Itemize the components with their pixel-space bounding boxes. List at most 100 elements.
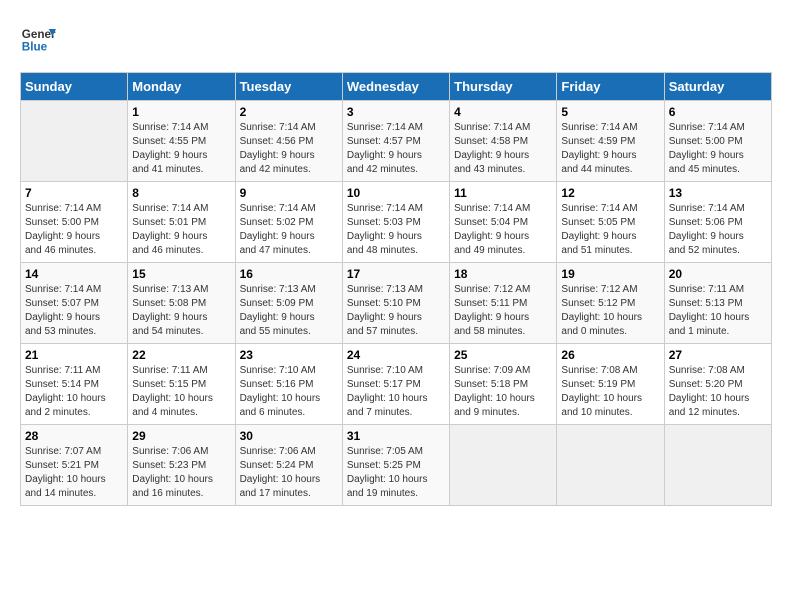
day-cell: 28Sunrise: 7:07 AM Sunset: 5:21 PM Dayli… bbox=[21, 425, 128, 506]
day-cell: 22 Sunrise: 7:11 AM Sunset: 5:15 PM Dayli… bbox=[128, 344, 235, 425]
day-cell: 23 Sunrise: 7:10 AM Sunset: 5:16 PM Dayli… bbox=[235, 344, 342, 425]
calendar-header: SundayMondayTuesdayWednesdayThursdayFrid… bbox=[21, 73, 772, 101]
day-number: 8 bbox=[132, 186, 230, 200]
header-cell-tuesday: Tuesday bbox=[235, 73, 342, 101]
day-number: 24 bbox=[347, 348, 445, 362]
day-info: Sunrise: 7:13 AM Sunset: 5:09 PM Dayligh… bbox=[240, 283, 338, 339]
day-cell: 30Sunrise: 7:06 AM Sunset: 5:24 PM Dayli… bbox=[235, 425, 342, 506]
day-cell: 14 Sunrise: 7:14 AM Sunset: 5:07 PM Dayli… bbox=[21, 263, 128, 344]
day-number: 28 bbox=[25, 429, 123, 443]
day-number: 6 bbox=[669, 105, 767, 119]
day-number: 26 bbox=[561, 348, 659, 362]
day-info: Sunrise: 7:14 AM Sunset: 5:02 PM Dayligh… bbox=[240, 202, 338, 258]
day-cell: 19 Sunrise: 7:12 AM Sunset: 5:12 PM Dayli… bbox=[557, 263, 664, 344]
day-number: 23 bbox=[240, 348, 338, 362]
day-info: Sunrise: 7:14 AM Sunset: 4:55 PM Dayligh… bbox=[132, 121, 230, 177]
day-number: 17 bbox=[347, 267, 445, 281]
day-cell: 7 Sunrise: 7:14 AM Sunset: 5:00 PM Daylig… bbox=[21, 182, 128, 263]
day-cell: 3 Sunrise: 7:14 AM Sunset: 4:57 PM Daylig… bbox=[342, 101, 449, 182]
day-number: 1 bbox=[132, 105, 230, 119]
week-row-4: 21Sunrise: 7:11 AM Sunset: 5:14 PM Dayli… bbox=[21, 344, 772, 425]
day-cell bbox=[21, 101, 128, 182]
day-cell: 9 Sunrise: 7:14 AM Sunset: 5:02 PM Daylig… bbox=[235, 182, 342, 263]
day-cell: 24Sunrise: 7:10 AM Sunset: 5:17 PM Dayli… bbox=[342, 344, 449, 425]
day-info: Sunrise: 7:09 AM Sunset: 5:18 PM Dayligh… bbox=[454, 364, 552, 420]
header-cell-wednesday: Wednesday bbox=[342, 73, 449, 101]
day-info: Sunrise: 7:13 AM Sunset: 5:08 PM Dayligh… bbox=[132, 283, 230, 339]
header-cell-monday: Monday bbox=[128, 73, 235, 101]
day-cell: 2Sunrise: 7:14 AM Sunset: 4:56 PM Daylig… bbox=[235, 101, 342, 182]
day-info: Sunrise: 7:10 AM Sunset: 5:16 PM Dayligh… bbox=[240, 364, 338, 420]
week-row-1: 1 Sunrise: 7:14 AM Sunset: 4:55 PM Daylig… bbox=[21, 101, 772, 182]
day-cell: 5 Sunrise: 7:14 AM Sunset: 4:59 PM Daylig… bbox=[557, 101, 664, 182]
day-number: 19 bbox=[561, 267, 659, 281]
day-cell: 8Sunrise: 7:14 AM Sunset: 5:01 PM Daylig… bbox=[128, 182, 235, 263]
day-number: 2 bbox=[240, 105, 338, 119]
day-cell: 25 Sunrise: 7:09 AM Sunset: 5:18 PM Dayli… bbox=[450, 344, 557, 425]
day-number: 15 bbox=[132, 267, 230, 281]
day-cell: 27 Sunrise: 7:08 AM Sunset: 5:20 PM Dayli… bbox=[664, 344, 771, 425]
day-info: Sunrise: 7:14 AM Sunset: 5:03 PM Dayligh… bbox=[347, 202, 445, 258]
day-info: Sunrise: 7:06 AM Sunset: 5:23 PM Dayligh… bbox=[132, 445, 230, 501]
logo: General Blue bbox=[20, 20, 56, 56]
day-info: Sunrise: 7:05 AM Sunset: 5:25 PM Dayligh… bbox=[347, 445, 445, 501]
day-number: 18 bbox=[454, 267, 552, 281]
day-number: 25 bbox=[454, 348, 552, 362]
day-info: Sunrise: 7:14 AM Sunset: 5:06 PM Dayligh… bbox=[669, 202, 767, 258]
header-cell-sunday: Sunday bbox=[21, 73, 128, 101]
day-cell bbox=[557, 425, 664, 506]
day-number: 20 bbox=[669, 267, 767, 281]
day-number: 4 bbox=[454, 105, 552, 119]
day-info: Sunrise: 7:14 AM Sunset: 4:58 PM Dayligh… bbox=[454, 121, 552, 177]
day-info: Sunrise: 7:14 AM Sunset: 5:00 PM Dayligh… bbox=[25, 202, 123, 258]
week-row-2: 7 Sunrise: 7:14 AM Sunset: 5:00 PM Daylig… bbox=[21, 182, 772, 263]
day-number: 16 bbox=[240, 267, 338, 281]
day-cell: 11 Sunrise: 7:14 AM Sunset: 5:04 PM Dayli… bbox=[450, 182, 557, 263]
day-number: 22 bbox=[132, 348, 230, 362]
day-cell bbox=[664, 425, 771, 506]
calendar-body: 1 Sunrise: 7:14 AM Sunset: 4:55 PM Daylig… bbox=[21, 101, 772, 506]
header-cell-thursday: Thursday bbox=[450, 73, 557, 101]
day-cell: 4 Sunrise: 7:14 AM Sunset: 4:58 PM Daylig… bbox=[450, 101, 557, 182]
day-number: 9 bbox=[240, 186, 338, 200]
day-number: 3 bbox=[347, 105, 445, 119]
day-info: Sunrise: 7:14 AM Sunset: 5:00 PM Dayligh… bbox=[669, 121, 767, 177]
day-info: Sunrise: 7:14 AM Sunset: 5:05 PM Dayligh… bbox=[561, 202, 659, 258]
day-cell: 10Sunrise: 7:14 AM Sunset: 5:03 PM Dayli… bbox=[342, 182, 449, 263]
week-row-5: 28Sunrise: 7:07 AM Sunset: 5:21 PM Dayli… bbox=[21, 425, 772, 506]
day-info: Sunrise: 7:14 AM Sunset: 5:04 PM Dayligh… bbox=[454, 202, 552, 258]
day-number: 29 bbox=[132, 429, 230, 443]
day-number: 31 bbox=[347, 429, 445, 443]
day-info: Sunrise: 7:11 AM Sunset: 5:13 PM Dayligh… bbox=[669, 283, 767, 339]
day-info: Sunrise: 7:11 AM Sunset: 5:15 PM Dayligh… bbox=[132, 364, 230, 420]
page-header: General Blue bbox=[20, 20, 772, 56]
day-info: Sunrise: 7:08 AM Sunset: 5:19 PM Dayligh… bbox=[561, 364, 659, 420]
day-info: Sunrise: 7:12 AM Sunset: 5:12 PM Dayligh… bbox=[561, 283, 659, 339]
svg-text:Blue: Blue bbox=[22, 41, 48, 54]
day-cell: 21Sunrise: 7:11 AM Sunset: 5:14 PM Dayli… bbox=[21, 344, 128, 425]
day-number: 13 bbox=[669, 186, 767, 200]
day-cell: 20 Sunrise: 7:11 AM Sunset: 5:13 PM Dayli… bbox=[664, 263, 771, 344]
day-cell: 29 Sunrise: 7:06 AM Sunset: 5:23 PM Dayli… bbox=[128, 425, 235, 506]
day-number: 21 bbox=[25, 348, 123, 362]
day-info: Sunrise: 7:08 AM Sunset: 5:20 PM Dayligh… bbox=[669, 364, 767, 420]
day-info: Sunrise: 7:14 AM Sunset: 4:57 PM Dayligh… bbox=[347, 121, 445, 177]
day-cell: 17 Sunrise: 7:13 AM Sunset: 5:10 PM Dayli… bbox=[342, 263, 449, 344]
day-number: 14 bbox=[25, 267, 123, 281]
day-cell: 31 Sunrise: 7:05 AM Sunset: 5:25 PM Dayli… bbox=[342, 425, 449, 506]
day-info: Sunrise: 7:14 AM Sunset: 4:59 PM Dayligh… bbox=[561, 121, 659, 177]
day-number: 11 bbox=[454, 186, 552, 200]
day-cell: 13 Sunrise: 7:14 AM Sunset: 5:06 PM Dayli… bbox=[664, 182, 771, 263]
day-cell: 26 Sunrise: 7:08 AM Sunset: 5:19 PM Dayli… bbox=[557, 344, 664, 425]
day-info: Sunrise: 7:14 AM Sunset: 5:07 PM Dayligh… bbox=[25, 283, 123, 339]
day-number: 12 bbox=[561, 186, 659, 200]
day-number: 27 bbox=[669, 348, 767, 362]
week-row-3: 14 Sunrise: 7:14 AM Sunset: 5:07 PM Dayli… bbox=[21, 263, 772, 344]
header-row: SundayMondayTuesdayWednesdayThursdayFrid… bbox=[21, 73, 772, 101]
day-number: 5 bbox=[561, 105, 659, 119]
day-number: 7 bbox=[25, 186, 123, 200]
header-cell-friday: Friday bbox=[557, 73, 664, 101]
day-cell: 6 Sunrise: 7:14 AM Sunset: 5:00 PM Daylig… bbox=[664, 101, 771, 182]
day-info: Sunrise: 7:13 AM Sunset: 5:10 PM Dayligh… bbox=[347, 283, 445, 339]
day-cell bbox=[450, 425, 557, 506]
